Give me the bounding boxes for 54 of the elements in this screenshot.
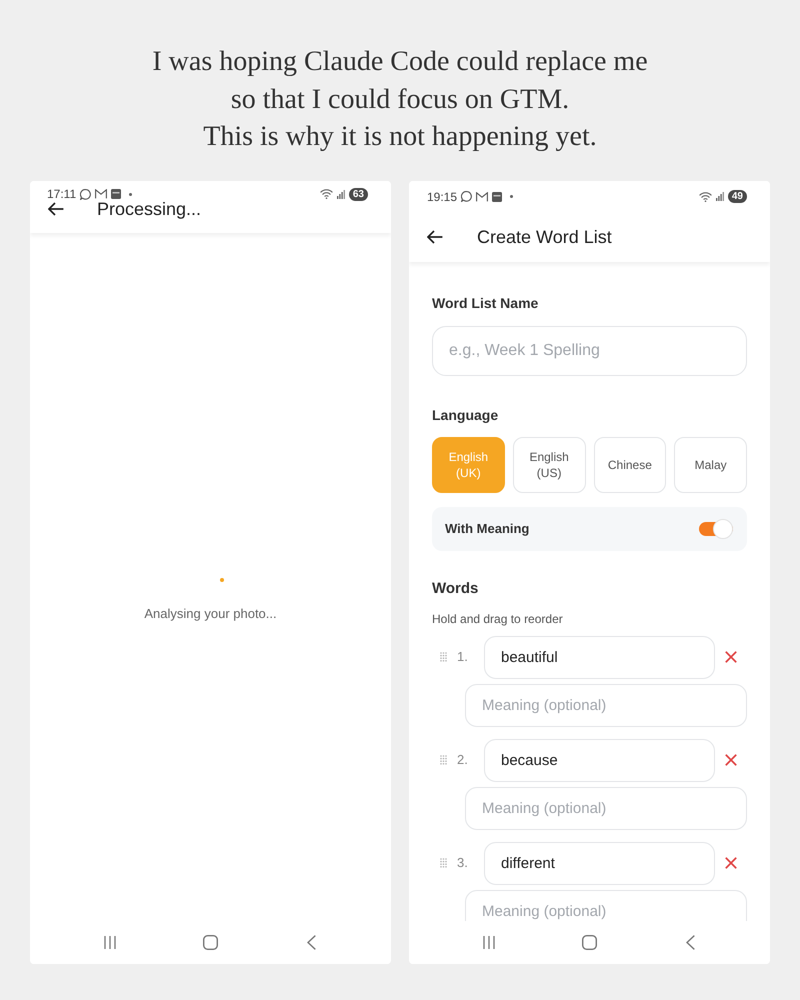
app-icon [492, 192, 502, 202]
list-name-field[interactable]: e.g., Week 1 Spelling [432, 326, 747, 376]
section-label: Language [432, 406, 500, 424]
screen-title: Create Word List [477, 226, 612, 248]
word-field[interactable]: because [484, 738, 715, 782]
language-option[interactable]: English (US) [512, 436, 586, 492]
chat-bubble-icon [80, 188, 92, 200]
caption-text: I was hoping Claude Code could replace me so that I could focus on GTM. This is why it is not happening yet. [152, 45, 648, 154]
loading-dot-icon [220, 578, 224, 582]
drag-handle-icon[interactable] [440, 858, 447, 868]
hint-text: Hold and drag to reorder [432, 610, 564, 626]
battery-badge: 63 [348, 188, 368, 200]
word-field[interactable]: different [484, 842, 715, 884]
word-number: 3. [457, 854, 469, 872]
word-number: 1. [457, 648, 469, 666]
home-icon[interactable] [582, 934, 597, 950]
meaning-field[interactable]: Meaning (optional) [465, 890, 747, 920]
signal-icon [716, 192, 724, 201]
recent-apps-icon[interactable] [482, 936, 494, 948]
back-icon[interactable] [307, 934, 316, 950]
drag-handle-icon[interactable] [440, 652, 447, 662]
drag-handle-icon[interactable] [440, 755, 447, 765]
wifi-icon [320, 189, 333, 199]
wifi-icon [698, 192, 712, 202]
notification-dot-icon [510, 195, 514, 198]
back-arrow-icon[interactable] [427, 230, 443, 244]
status-message: Analysing your photo... [144, 606, 277, 622]
meaning-field[interactable]: Meaning (optional) [465, 786, 747, 830]
battery-badge: 49 [728, 190, 747, 203]
section-label: Words [432, 578, 480, 598]
meaning-field[interactable]: Meaning (optional) [465, 684, 747, 726]
word-field[interactable]: beautiful [484, 636, 715, 678]
section-label: Word List Name [432, 294, 540, 312]
word-number: 2. [457, 751, 469, 770]
delete-icon[interactable] [725, 651, 737, 663]
recent-apps-icon[interactable] [104, 936, 116, 948]
mail-icon [95, 189, 108, 199]
delete-icon[interactable] [725, 857, 737, 869]
status-time: 19:15 [427, 190, 458, 202]
app-icon [111, 189, 122, 199]
delete-icon[interactable] [725, 754, 737, 766]
language-option[interactable]: Chinese [594, 436, 666, 492]
mail-icon [476, 192, 488, 202]
back-icon[interactable] [686, 934, 695, 950]
signal-icon [336, 190, 345, 198]
chat-bubble-icon [461, 191, 472, 202]
home-icon[interactable] [203, 934, 218, 950]
back-arrow-icon[interactable] [48, 202, 64, 216]
screen-title: Processing... [97, 200, 202, 218]
language-option[interactable]: Malay [674, 436, 747, 492]
option-label: With Meaning [445, 520, 530, 538]
toggle-switch[interactable] [699, 518, 733, 538]
notification-dot-icon [129, 192, 132, 196]
status-time: 17:11 [47, 188, 76, 200]
